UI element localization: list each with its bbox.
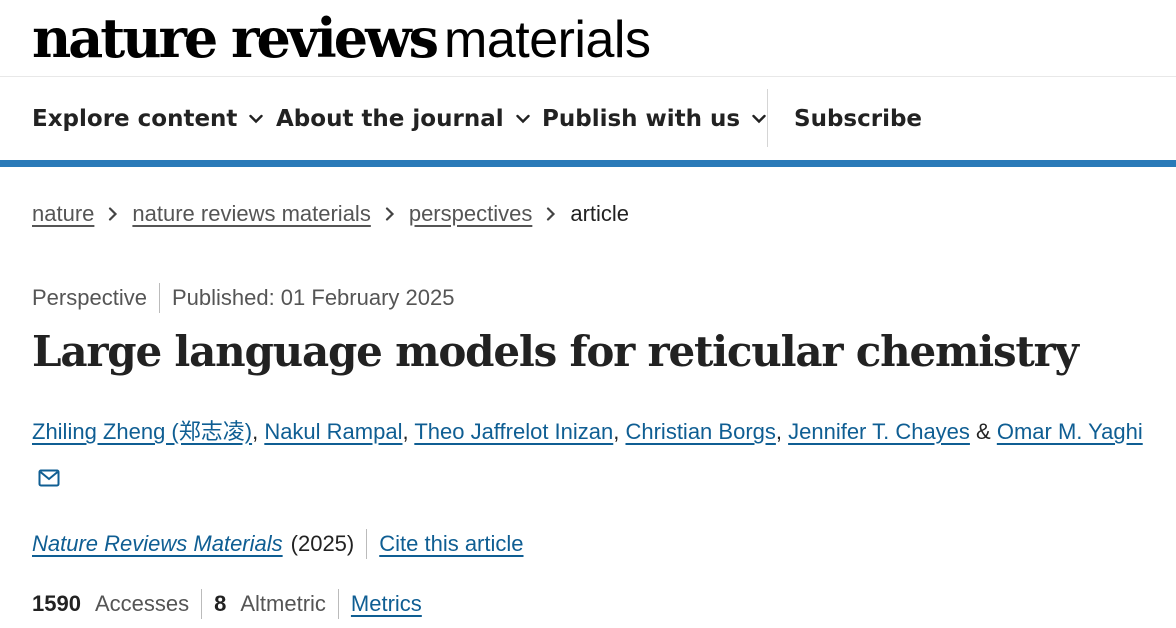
masthead: nature reviews materials <box>0 0 1176 77</box>
logo-subtitle: materials <box>444 11 651 69</box>
publication-date: Published: 01 February 2025 <box>171 285 455 310</box>
author-link[interactable]: Theo Jaffrelot Inizan <box>414 419 613 444</box>
nav-explore-content-label: Explore content <box>32 105 238 132</box>
logo-brand: nature reviews <box>32 6 439 70</box>
main-navigation: Explore content About the journal Publis… <box>0 77 1176 160</box>
author-link[interactable]: Jennifer T. Chayes <box>788 419 970 444</box>
accesses-count: 1590 <box>32 591 81 616</box>
meta-divider <box>158 283 160 313</box>
author-separator: , <box>402 419 415 444</box>
article-meta: Perspective Published: 01 February 2025 <box>32 282 454 314</box>
breadcrumb-nature-reviews-materials[interactable]: nature reviews materials <box>132 201 370 227</box>
accent-bar <box>0 160 1176 167</box>
nav-subscribe-label: Subscribe <box>794 105 923 132</box>
nav-publish-with-us-label: Publish with us <box>542 105 741 132</box>
nav-divider <box>767 89 768 147</box>
article-metrics: 1590 Accesses 8 Altmetric Metrics <box>32 588 422 620</box>
breadcrumb-nature[interactable]: nature <box>32 201 94 227</box>
altmetric-count: 8 <box>214 591 227 616</box>
nav-about-the-journal[interactable]: About the journal <box>276 77 530 160</box>
cite-this-article-link[interactable]: Cite this article <box>379 531 523 557</box>
author-list: Zhiling Zheng (郑志凌), Nakul Rampal, Theo … <box>32 408 1167 510</box>
altmetric-label: Altmetric <box>240 591 326 616</box>
metrics-divider <box>201 589 203 619</box>
author-separator: , <box>613 419 626 444</box>
metrics-divider <box>337 589 339 619</box>
breadcrumb: nature nature reviews materials perspect… <box>32 198 629 230</box>
journal-link[interactable]: Nature Reviews Materials <box>32 531 283 557</box>
chevron-down-icon <box>752 114 766 123</box>
chevron-down-icon <box>249 114 264 123</box>
author-separator: , <box>252 419 265 444</box>
author-link[interactable]: Nakul Rampal <box>264 419 402 444</box>
chevron-right-icon <box>108 207 118 221</box>
chevron-down-icon <box>515 114 530 123</box>
citation-line: Nature Reviews Materials (2025) Cite thi… <box>32 528 524 560</box>
breadcrumb-perspectives[interactable]: perspectives <box>409 201 533 227</box>
accesses-label: Accesses <box>94 591 190 616</box>
breadcrumb-current: article <box>570 201 630 226</box>
nav-publish-with-us[interactable]: Publish with us <box>542 77 766 160</box>
nav-about-the-journal-label: About the journal <box>276 105 504 132</box>
citation-divider <box>366 529 368 559</box>
article-title: Large language models for reticular chem… <box>32 327 1079 376</box>
author-link[interactable]: Zhiling Zheng (郑志凌) <box>32 419 252 444</box>
journal-logo[interactable]: nature reviews materials <box>32 6 651 85</box>
nav-explore-content[interactable]: Explore content <box>32 77 264 160</box>
chevron-right-icon <box>385 207 395 221</box>
author-link[interactable]: Omar M. Yaghi <box>997 419 1143 444</box>
author-separator: , <box>775 419 789 444</box>
author-link[interactable]: Christian Borgs <box>625 419 775 444</box>
chevron-right-icon <box>546 207 556 221</box>
mail-icon[interactable] <box>38 456 60 504</box>
metrics-link[interactable]: Metrics <box>351 591 422 617</box>
author-separator: & <box>969 419 997 444</box>
nav-subscribe[interactable]: Subscribe <box>794 77 922 160</box>
publication-year: (2025) <box>290 531 355 556</box>
article-type: Perspective <box>32 285 147 310</box>
